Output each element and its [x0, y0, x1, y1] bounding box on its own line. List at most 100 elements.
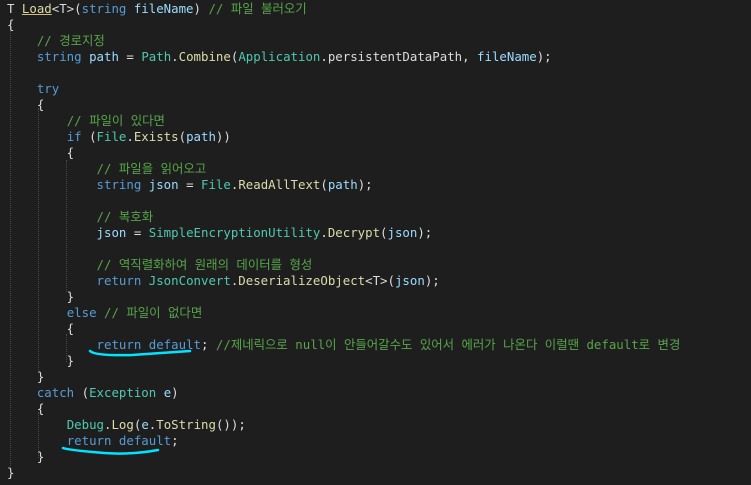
code-line[interactable]: string json = File.ReadAllText(path); — [7, 177, 373, 193]
code-line[interactable]: { — [7, 17, 14, 33]
code-line[interactable]: // 경로지정 — [7, 33, 105, 49]
code-token: ; — [200, 337, 216, 352]
code-line[interactable]: { — [7, 321, 74, 337]
code-line[interactable]: T Load<T>(string fileName) // 파일 불러오기 — [7, 1, 307, 17]
code-token: ); — [357, 177, 373, 192]
code-token: ToString — [156, 417, 216, 432]
code-token: ( — [74, 385, 90, 400]
code-token: . — [320, 225, 328, 240]
code-token: T — [7, 1, 22, 16]
code-token: // 파일 불러오기 — [208, 1, 307, 16]
handwritten-underline-marks — [61, 349, 192, 455]
code-token: . — [171, 49, 179, 64]
code-token: // 복호화 — [96, 209, 154, 224]
code-line[interactable]: return default; //제네릭으로 null이 안들어갈수도 있어서… — [7, 337, 681, 353]
code-line[interactable]: string path = Path.Combine(Application.p… — [7, 49, 552, 65]
code-line[interactable]: if (File.Exists(path)) — [7, 129, 231, 145]
code-token: string — [81, 1, 127, 16]
code-token: Decrypt — [327, 225, 381, 240]
code-token: JsonConvert — [148, 273, 231, 288]
code-token: <T>( — [365, 273, 395, 288]
code-token: string — [36, 49, 82, 64]
code-line[interactable]: // 복호화 — [7, 209, 154, 225]
code-token: fileName — [477, 49, 537, 64]
code-line[interactable]: { — [7, 401, 44, 417]
code-line[interactable]: // 파일이 있다면 — [7, 113, 165, 129]
code-line[interactable]: else // 파일이 없다면 — [7, 305, 203, 321]
code-token: default — [118, 433, 172, 448]
code-token: } — [7, 449, 45, 464]
code-line[interactable]: } — [7, 353, 74, 369]
code-token: return — [96, 273, 142, 288]
code-token: json — [387, 225, 418, 240]
code-line[interactable]: { — [7, 97, 44, 113]
code-token: ReadAllText — [238, 177, 321, 192]
code-token: string — [96, 177, 142, 192]
code-line[interactable]: try — [7, 81, 59, 97]
code-token: { — [7, 401, 45, 416]
code-token: } — [7, 369, 45, 384]
code-token: ) — [171, 385, 179, 400]
code-token: Combine — [178, 49, 231, 64]
code-editor[interactable]: T Load<T>(string fileName) // 파일 불러오기{ /… — [0, 0, 751, 485]
code-token: // 파일이 있다면 — [66, 113, 165, 128]
code-line[interactable]: } — [7, 369, 44, 385]
code-token: path — [89, 49, 119, 64]
code-line[interactable]: } — [7, 289, 74, 305]
code-token: path — [186, 129, 216, 144]
code-token: json — [394, 273, 425, 288]
code-line[interactable]: // 역직렬화하여 원래의 데이터를 형성 — [7, 257, 313, 273]
code-token: = — [178, 177, 201, 192]
code-line[interactable]: return JsonConvert.DeserializeObject<T>(… — [7, 273, 440, 289]
code-token: ) — [193, 1, 209, 16]
code-line[interactable]: Debug.Log(e.ToString()); — [7, 417, 246, 433]
code-line[interactable]: } — [7, 465, 14, 481]
code-line[interactable]: } — [7, 449, 44, 465]
code-token: default — [148, 337, 201, 352]
code-token: File — [201, 177, 231, 192]
code-token: ( — [178, 129, 187, 144]
code-token: json — [148, 177, 179, 192]
code-token: . — [126, 129, 134, 144]
code-token: Path — [141, 49, 172, 64]
code-token: = — [118, 49, 142, 64]
code-token: Application — [238, 49, 321, 64]
code-line[interactable]: catch (Exception e) — [7, 385, 179, 401]
code-token: ); — [536, 49, 552, 64]
code-token: { — [7, 145, 75, 160]
code-token: <T>( — [51, 1, 82, 16]
code-token: e — [141, 417, 149, 432]
code-token: return — [96, 337, 142, 352]
code-token: )) — [215, 129, 231, 144]
code-token: return — [66, 433, 112, 448]
code-token: SimpleEncryptionUtility — [148, 225, 321, 240]
code-token: catch — [36, 385, 75, 400]
code-line[interactable]: json = SimpleEncryptionUtility.Decrypt(j… — [7, 225, 433, 241]
code-token: Log — [111, 417, 134, 432]
code-token: path — [327, 177, 358, 192]
code-line[interactable]: return default; — [7, 433, 179, 449]
code-token: // 파일이 없다면 — [104, 305, 203, 320]
code-line[interactable]: // 파일을 읽어오고 — [7, 161, 207, 177]
code-token: { — [7, 97, 45, 112]
code-line[interactable]: { — [7, 145, 74, 161]
code-token: { — [7, 17, 15, 32]
